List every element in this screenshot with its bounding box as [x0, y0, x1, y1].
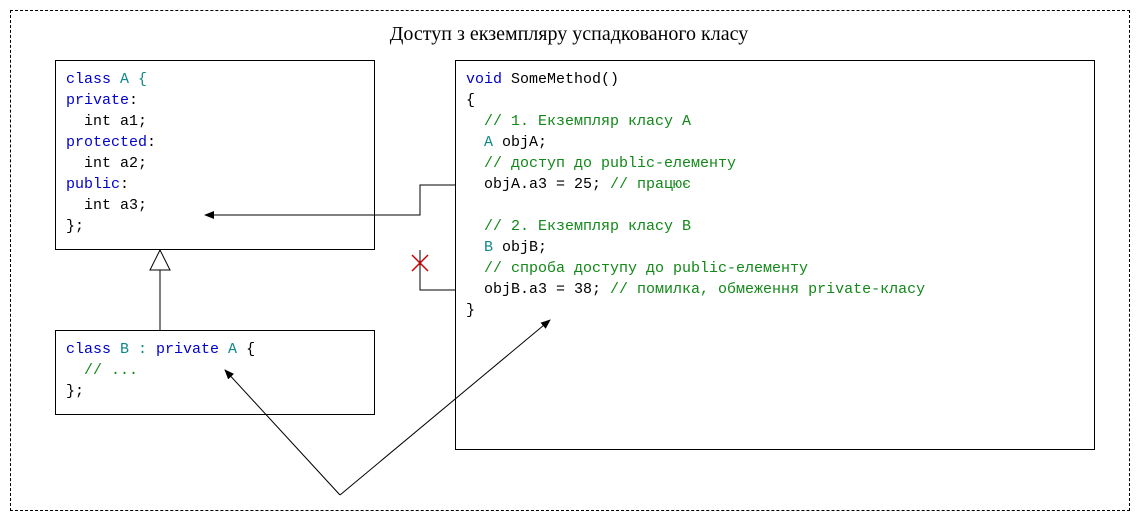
- open-brace: {: [246, 341, 255, 358]
- objA-decl: objA;: [493, 134, 547, 151]
- type-a-decl: A: [466, 134, 493, 151]
- field-a3: int a3;: [66, 197, 147, 214]
- type-b-decl: B: [466, 239, 493, 256]
- type-b: B :: [111, 341, 156, 358]
- kw-private: private: [66, 92, 129, 109]
- kw-private: private: [156, 341, 219, 358]
- kw-public: public: [66, 176, 120, 193]
- somemethod-box: void SomeMethod() { // 1. Екземпляр клас…: [455, 60, 1095, 450]
- open-brace: {: [466, 92, 475, 109]
- comment-2: // 2. Екземпляр класу B: [466, 218, 691, 235]
- colon: :: [147, 134, 156, 151]
- close-brace: };: [66, 218, 84, 235]
- close-brace: }: [466, 302, 475, 319]
- field-a1: int a1;: [66, 113, 147, 130]
- colon: :: [129, 92, 138, 109]
- kw-class: class: [66, 341, 111, 358]
- class-a-box: class A { private: int a1; protected: in…: [55, 60, 375, 250]
- blank-line: [466, 197, 475, 214]
- objB-assign: objB.a3 = 38;: [466, 281, 610, 298]
- type-a: A {: [111, 71, 147, 88]
- kw-class: class: [66, 71, 111, 88]
- type-a-ref: A: [219, 341, 246, 358]
- comment-try-access: // спроба доступу до public-елементу: [466, 260, 808, 277]
- field-a2: int a2;: [66, 155, 147, 172]
- diagram-title: Доступ з екземпляру успадкованого класу: [0, 20, 1138, 48]
- kw-protected: protected: [66, 134, 147, 151]
- kw-void: void: [466, 71, 502, 88]
- colon: :: [120, 176, 129, 193]
- objB-decl: objB;: [493, 239, 547, 256]
- method-name: SomeMethod(): [502, 71, 619, 88]
- close-brace: };: [66, 383, 84, 400]
- comment-error: // помилка, обмеження private-класу: [610, 281, 925, 298]
- diagram-canvas: Доступ з екземпляру успадкованого класу …: [0, 0, 1138, 519]
- class-b-box: class B : private A { // ... };: [55, 330, 375, 415]
- comment-works: // працює: [610, 176, 691, 193]
- ellipsis-comment: // ...: [66, 362, 138, 379]
- objA-assign: objA.a3 = 25;: [466, 176, 610, 193]
- comment-pub-access: // доступ до public-елементу: [466, 155, 736, 172]
- comment-1: // 1. Екземпляр класу A: [466, 113, 691, 130]
